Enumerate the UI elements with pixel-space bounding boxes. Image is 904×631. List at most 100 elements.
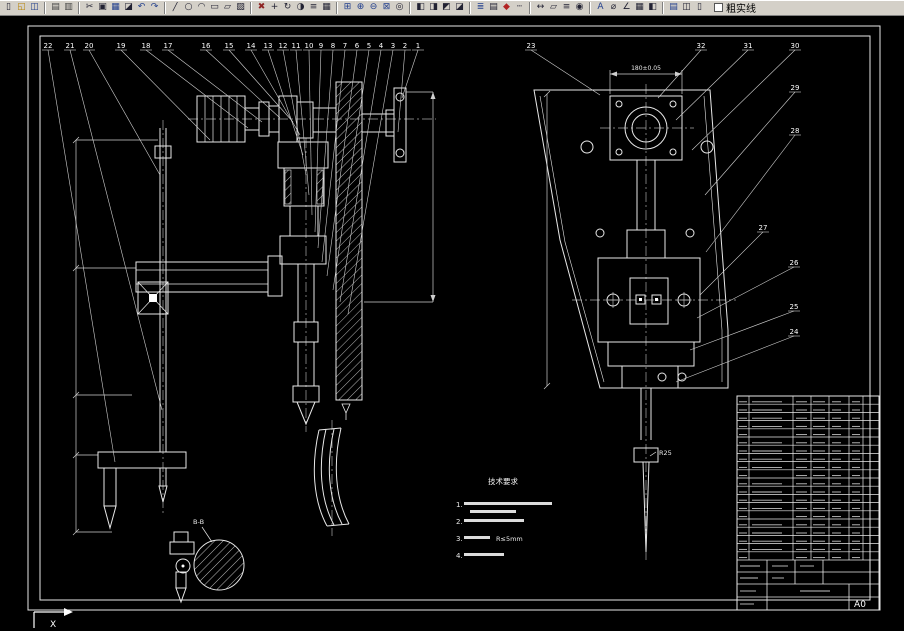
layers-button[interactable]: ≣ [474,1,487,14]
match-properties-button[interactable]: ◪ [122,1,135,14]
properties-button[interactable]: ▤ [667,1,680,14]
color-control-icon: ◆ [503,2,510,12]
paste-button[interactable]: ▦ [109,1,122,14]
toolbar-separator [78,1,80,14]
line-icon: ╱ [172,2,179,12]
angle-dimension-button[interactable]: ∠ [620,1,633,14]
toolbar-separator [469,1,471,14]
mirror-button[interactable]: ◑ [294,1,307,14]
rotate-button[interactable]: ↻ [281,1,294,14]
line-button[interactable]: ╱ [169,1,182,14]
tech-item-number: 3. [456,535,463,543]
view-top-button[interactable]: ◧ [414,1,427,14]
zoom-out-button[interactable]: ⊖ [367,1,380,14]
balloon-label: 4 [379,42,384,50]
balloon-label: 3 [391,42,395,50]
erase-button[interactable]: ✖ [255,1,268,14]
array-button[interactable]: ▦ [320,1,333,14]
dimension-icon: ⌀ [610,2,617,12]
table-button[interactable]: ▦ [633,1,646,14]
area-button[interactable]: ▱ [547,1,560,14]
polygon-button[interactable]: ▱ [221,1,234,14]
print-icon: ▤ [51,2,60,12]
locate-point-button[interactable]: ◉ [573,1,586,14]
balloon-label: 16 [202,42,211,50]
circle-button[interactable]: ○ [182,1,195,14]
toolbar-icon-group: ▯ ◱ ◫ ▤ ▥ ✂ ▣ ▦ ◪ ↶ ↷ ╱ ○ ◠ ▭ ▱ ▨ ✖ + ↻ ◑ ≡ ▦ ⊞ ⊕ ⊖ ⊠ ◎ ◧ ◨ ◩ ◪ ≣ ▤ ◆ ┄ ↔ ▱ ≡ ◉… [2,0,706,16]
new-icon: ▯ [6,2,11,12]
save-button[interactable]: ◫ [28,1,41,14]
save-icon: ◫ [30,2,39,12]
block-button[interactable]: ◧ [646,1,659,14]
balloon-label: 6 [355,42,360,50]
zoom-extents-button[interactable]: ⊠ [380,1,393,14]
balloon-label: 29 [791,84,800,92]
balloon-label: 14 [247,42,256,50]
text-button[interactable]: A [594,1,607,14]
tool-palettes-icon: ▯ [697,2,702,12]
zoom-window-button[interactable]: ⊞ [341,1,354,14]
color-control-button[interactable]: ◆ [500,1,513,14]
sheet-size-label: A0 [854,600,866,610]
new-button[interactable]: ▯ [2,1,15,14]
toolbar-separator [250,1,252,14]
balloon-label: 2 [403,42,407,50]
rectangle-button[interactable]: ▭ [208,1,221,14]
view-iso-button[interactable]: ◪ [453,1,466,14]
block-icon: ◧ [648,2,657,12]
dimension-button[interactable]: ⌀ [607,1,620,14]
tech-item-number: 4. [456,552,463,560]
redo-button[interactable]: ↷ [148,1,161,14]
hatch-button[interactable]: ▨ [234,1,247,14]
text-icon: A [597,2,604,12]
design-center-button[interactable]: ◫ [680,1,693,14]
balloon-label: 27 [759,224,768,232]
distance-button[interactable]: ↔ [534,1,547,14]
balloon-label: 19 [117,42,126,50]
view-iso-icon: ◪ [455,2,464,12]
undo-button[interactable]: ↶ [135,1,148,14]
print-button[interactable]: ▤ [49,1,62,14]
paste-icon: ▦ [111,2,120,12]
match-properties-icon: ◪ [124,2,133,12]
view-side-icon: ◩ [442,2,451,12]
zoom-in-button[interactable]: ⊕ [354,1,367,14]
pan-button[interactable]: ◎ [393,1,406,14]
view-side-button[interactable]: ◩ [440,1,453,14]
locate-point-icon: ◉ [575,2,584,12]
print-preview-button[interactable]: ▥ [62,1,75,14]
arc-button[interactable]: ◠ [195,1,208,14]
balloon-label: 5 [367,42,371,50]
copy-button[interactable]: ▣ [96,1,109,14]
view-top-icon: ◧ [416,2,425,12]
open-button[interactable]: ◱ [15,1,28,14]
tool-palettes-button[interactable]: ▯ [693,1,706,14]
offset-button[interactable]: ≡ [307,1,320,14]
angle-dimension-icon: ∠ [622,2,631,12]
layer-color-swatch[interactable] [714,3,723,12]
linetype-label: 粗实线 [726,4,756,15]
tech-item-number: 2. [456,518,463,526]
balloon-label: 26 [790,259,799,267]
linetype-control[interactable]: 粗实线 [714,0,756,15]
hatch-icon: ▨ [236,2,245,12]
move-icon: + [270,2,279,12]
drawing-canvas[interactable]: 180±0.05 R25 22 21 20 19 18 17 16 15 14 … [0,0,904,631]
view-front-button[interactable]: ◨ [427,1,440,14]
cut-button[interactable]: ✂ [83,1,96,14]
layer-properties-button[interactable]: ▤ [487,1,500,14]
rectangle-icon: ▭ [210,2,219,12]
linetype-button[interactable]: ┄ [513,1,526,14]
toolbar-separator [589,1,591,14]
balloon-label: 22 [44,42,53,50]
toolbar-separator [529,1,531,14]
tech-item-number: 1. [456,501,463,509]
dimension-label: 180±0.05 [631,65,661,72]
undo-icon: ↶ [137,2,146,12]
move-button[interactable]: + [268,1,281,14]
balloon-label: 20 [85,42,94,50]
toolbar-separator [44,1,46,14]
tech-item-note: R≤5mm [496,535,523,543]
balloon-label: 24 [790,328,799,336]
list-button[interactable]: ≡ [560,1,573,14]
